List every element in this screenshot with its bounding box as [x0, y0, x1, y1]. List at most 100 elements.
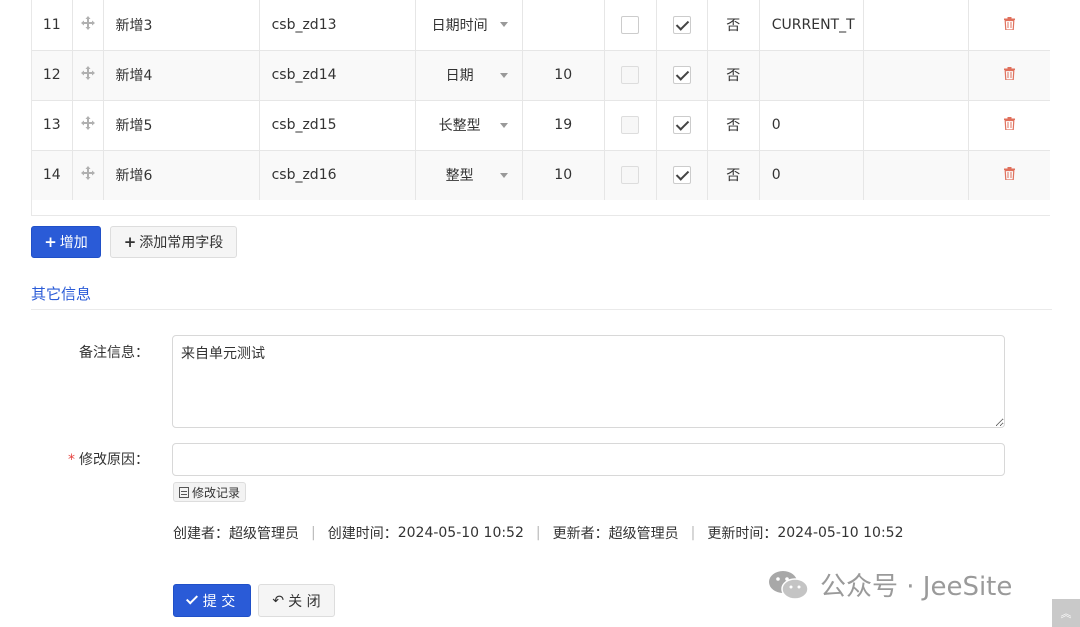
default-value-cell[interactable]: CURRENT_T: [759, 0, 864, 51]
field-code-cell[interactable]: csb_zd13: [259, 0, 416, 51]
grid-empty-area: [32, 200, 1050, 215]
drag-handle[interactable]: [72, 50, 104, 101]
reason-input[interactable]: [172, 443, 1005, 476]
table-row: 12 新增4 csb_zd14 日期 10 否: [32, 50, 1050, 101]
field-length-cell[interactable]: 10: [522, 50, 605, 101]
pk-checkbox[interactable]: [621, 116, 640, 134]
add-common-fields-button[interactable]: + 添加常用字段: [110, 226, 237, 258]
field-type-select[interactable]: 日期: [415, 50, 523, 101]
field-length-cell[interactable]: [522, 0, 605, 51]
trash-icon[interactable]: [1004, 16, 1016, 30]
insert-checkbox[interactable]: [672, 116, 691, 134]
row-number: 14: [32, 150, 73, 201]
insert-checkbox[interactable]: [672, 15, 691, 34]
table-row: 13 新增5 csb_zd15 长整型 19 否 0: [32, 100, 1050, 151]
field-type-value: 日期时间: [431, 17, 488, 34]
insert-checkbox-cell[interactable]: [656, 150, 708, 201]
creator-value: 超级管理员: [229, 526, 299, 542]
empty-cell: [863, 50, 969, 101]
row-number: 13: [32, 100, 73, 151]
close-button[interactable]: ↶ 关 闭: [258, 584, 335, 617]
meta-separator: |: [311, 525, 316, 541]
add-row-button[interactable]: + 增加: [31, 226, 101, 258]
wechat-icon: [769, 570, 809, 600]
create-time-value: 2024-05-10 10:52: [397, 525, 524, 541]
trash-icon[interactable]: [1004, 167, 1016, 180]
field-length-cell[interactable]: 19: [522, 100, 605, 151]
submit-button[interactable]: 提 交: [173, 584, 251, 617]
other-info-section-title: 其它信息: [31, 285, 92, 303]
drag-handle[interactable]: [72, 0, 104, 51]
watermark-text: 公众号 · JeeSite: [820, 572, 1013, 602]
nullable-cell[interactable]: 否: [707, 150, 760, 201]
pk-checkbox[interactable]: [621, 15, 640, 34]
trash-icon[interactable]: [1004, 117, 1016, 130]
default-value-cell[interactable]: 0: [759, 100, 864, 151]
delete-cell: [968, 100, 1050, 151]
row-number: 12: [32, 50, 73, 101]
insert-checkbox[interactable]: [672, 166, 691, 184]
pk-checkbox-cell[interactable]: [604, 150, 657, 201]
chevron-down-icon: [499, 72, 508, 78]
field-code-cell[interactable]: csb_zd14: [259, 50, 416, 101]
required-marker: *: [68, 452, 75, 468]
field-length-cell[interactable]: 10: [522, 150, 605, 201]
field-type-select[interactable]: 整型: [415, 150, 523, 201]
field-type-select[interactable]: 日期时间: [415, 0, 523, 51]
field-name-cell[interactable]: 新增6: [103, 150, 260, 201]
nullable-cell[interactable]: 否: [707, 50, 760, 101]
reason-label: * 修改原因：: [29, 449, 149, 469]
nullable-cell[interactable]: 否: [707, 0, 760, 51]
row-number: 11: [32, 0, 73, 51]
pk-checkbox[interactable]: [621, 66, 640, 84]
remarks-textarea[interactable]: 来自单元测试: [172, 335, 1005, 428]
insert-checkbox-cell[interactable]: [656, 50, 708, 101]
field-name-cell[interactable]: 新增3: [103, 0, 260, 51]
pk-checkbox-cell[interactable]: [604, 50, 657, 101]
updater-label: 更新者：: [552, 526, 609, 542]
nullable-cell[interactable]: 否: [707, 100, 760, 151]
plus-icon: +: [123, 233, 137, 251]
pk-checkbox-cell[interactable]: [604, 0, 657, 51]
field-code-cell[interactable]: csb_zd16: [259, 150, 416, 201]
chevron-down-icon: [499, 22, 508, 27]
delete-cell: [968, 0, 1050, 51]
close-label: 关 闭: [288, 593, 321, 610]
create-time-label: 创建时间：: [327, 526, 398, 542]
reply-icon: ↶: [272, 592, 285, 609]
field-grid: 11 新增3 csb_zd13 日期时间否 CURRENT_T 12 新增4 csb_zd14…: [31, 0, 1050, 216]
pk-checkbox[interactable]: [621, 166, 640, 184]
table-row: 14 新增6 csb_zd16 整型 10 否 0: [32, 150, 1050, 201]
drag-handle[interactable]: [72, 150, 104, 201]
trash-icon[interactable]: [1004, 67, 1016, 80]
pk-checkbox-cell[interactable]: [604, 100, 657, 151]
table-row: 11 新增3 csb_zd13 日期时间 否 CURRENT_T: [32, 0, 1050, 51]
chevron-down-icon: [499, 122, 508, 128]
field-table: 11 新增3 csb_zd13 日期时间否 CURRENT_T 12 新增4 csb_zd14…: [32, 0, 1050, 201]
delete-cell: [968, 150, 1050, 201]
field-type-value: 日期: [445, 68, 474, 84]
add-common-fields-label: 添加常用字段: [139, 235, 224, 251]
insert-checkbox-cell[interactable]: [656, 100, 708, 151]
watermark: 公众号 · JeeSite: [768, 566, 1012, 603]
document-icon: [179, 486, 189, 498]
move-icon: [80, 166, 95, 180]
back-to-top-button[interactable]: ︽: [1052, 599, 1080, 627]
reason-label-text: 修改原因：: [79, 452, 149, 468]
drag-handle[interactable]: [72, 100, 104, 151]
field-name-cell[interactable]: 新增4: [103, 50, 260, 101]
history-label: 修改记录: [192, 485, 241, 500]
field-type-select[interactable]: 长整型: [415, 100, 523, 151]
insert-checkbox[interactable]: [672, 66, 691, 84]
move-icon: [80, 66, 95, 80]
default-value-cell[interactable]: 0: [759, 150, 864, 201]
insert-checkbox-cell[interactable]: [656, 0, 708, 51]
field-name-cell[interactable]: 新增5: [103, 100, 260, 151]
default-value-cell[interactable]: [759, 50, 864, 101]
empty-cell: [863, 100, 969, 151]
record-meta: 创建者： 超级管理员 | 创建时间： 2024-05-10 10:52 | 更新…: [173, 523, 904, 543]
section-divider: [31, 309, 1052, 310]
update-time-value: 2024-05-10 10:52: [777, 525, 904, 541]
field-code-cell[interactable]: csb_zd15: [259, 100, 416, 151]
history-button[interactable]: 修改记录: [173, 482, 247, 502]
